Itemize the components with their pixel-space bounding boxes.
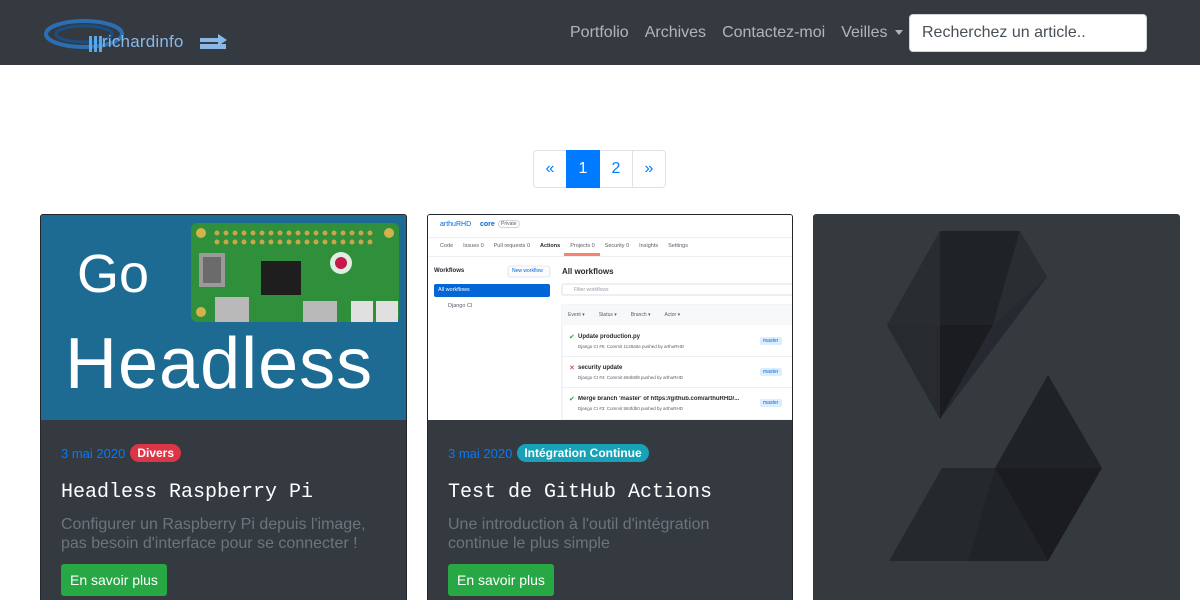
pagination: « 1 2 » [533, 150, 666, 188]
card-date: 3 mai 2020 [61, 445, 126, 461]
pagination-next[interactable]: » [632, 150, 666, 188]
article-card-headless: Go Headless 3 mai 2020 Divers Headless R… [40, 214, 407, 600]
run-filter: Event ▾ [568, 312, 585, 318]
caret-down-icon [895, 30, 904, 35]
run-title: Update production.py [578, 334, 640, 340]
article-card-solidity [813, 214, 1180, 600]
repo-tab: Actions [540, 243, 561, 249]
repo-tab: Projects 0 [570, 243, 595, 249]
nav-dropdown-veilles[interactable]: Veilles [833, 24, 911, 42]
sidebar-title: Workflows [434, 268, 465, 274]
run-filter: Status ▾ [598, 312, 617, 318]
run-branch: master [763, 369, 779, 375]
nav-link-veilles: Veilles [841, 23, 888, 41]
brand-name: richardinfo [102, 32, 184, 51]
category-badge[interactable]: Intégration Continue [517, 444, 649, 462]
card-meta: 3 mai 2020 Divers [61, 443, 388, 463]
repo-tab: Pull requests 0 [493, 243, 531, 249]
solidity-logo-icon [887, 231, 1102, 561]
failure-icon: ✕ [569, 365, 575, 372]
run-branch: master [763, 400, 779, 406]
run-subtitle: Django CI #5: Commit 1128a0e pushed by a… [578, 344, 684, 349]
nav-link-portfolio[interactable]: Portfolio [562, 24, 637, 42]
image-text-headless: Headless [65, 324, 374, 404]
run-filters: Event ▾ Status ▾ Branch ▾ Actor ▾ [568, 312, 680, 318]
repo-tab: Security 0 [604, 243, 630, 249]
raspberry-pi-board [191, 223, 399, 322]
read-more-button[interactable]: En savoir plus [61, 564, 167, 596]
nav-links: Portfolio Archives Contactez-moi Veilles [562, 0, 911, 65]
category-badge[interactable]: Divers [130, 444, 182, 462]
pagination-prev[interactable]: « [533, 150, 567, 188]
card-title[interactable]: Headless Raspberry Pi [61, 481, 388, 504]
run-title: Merge branch 'master' of https://github.… [578, 396, 740, 402]
success-icon: ✔ [569, 396, 575, 403]
pagination-page-2[interactable]: 2 [599, 150, 633, 188]
repo-tab: Code [440, 243, 454, 249]
card-date: 3 mai 2020 [448, 445, 513, 461]
repo-tab: Issues 0 [463, 243, 484, 249]
run-subtitle: Django CI #4: Commit 694b6f8 pushed by a… [578, 375, 684, 380]
new-workflow-button: New workflow [512, 268, 543, 274]
pagination-page-1[interactable]: 1 [566, 150, 600, 188]
repo-owner: arthuRHD [440, 221, 472, 228]
read-more-button[interactable]: En savoir plus [448, 564, 554, 596]
card-body: 3 mai 2020 Intégration Continue Test de … [448, 443, 774, 596]
nav-link-contact[interactable]: Contactez-moi [714, 24, 833, 42]
navbar: richardinfo Portfolio Archives Contactez… [0, 0, 1200, 65]
repo-name: core [480, 221, 495, 228]
repo-visibility: Private [498, 220, 520, 228]
card-image-github-actions[interactable]: arthuRHD core Private Code Issues 0 Pull… [428, 215, 792, 420]
run-filter: Branch ▾ [630, 312, 651, 318]
success-icon: ✔ [569, 334, 575, 341]
brand-logo[interactable]: richardinfo [44, 12, 234, 54]
card-meta: 3 mai 2020 Intégration Continue [448, 443, 774, 463]
run-subtitle: Django CI #3: Commit 584fdb0 pushed by a… [578, 406, 684, 411]
card-body: 3 mai 2020 Divers Headless Raspberry Pi … [61, 443, 388, 596]
repo-tabs: Code Issues 0 Pull requests 0 Actions Pr… [440, 243, 688, 249]
run-title: security update [578, 365, 623, 371]
card-image-headless[interactable]: Go Headless [41, 215, 406, 420]
card-title[interactable]: Test de GitHub Actions [448, 481, 774, 504]
article-card-github-actions: arthuRHD core Private Code Issues 0 Pull… [427, 214, 793, 600]
nav-link-archives[interactable]: Archives [637, 24, 714, 42]
main-title: All workflows [562, 267, 614, 276]
repo-tab: Insights [639, 243, 659, 249]
workflow-item: Django CI [448, 303, 473, 309]
run-filter: Actor ▾ [664, 312, 681, 318]
repo-tab: Settings [668, 243, 688, 249]
image-text-go: Go [77, 244, 150, 304]
run-branch: master [763, 338, 779, 344]
card-description: Une introduction à l'outil d'intégration… [448, 516, 710, 552]
filter-input: Filter workflows [574, 287, 609, 293]
search-input[interactable] [909, 14, 1147, 52]
card-description: Configurer un Raspberry Pi depuis l'imag… [61, 516, 366, 552]
all-workflows-item: All workflows [438, 287, 470, 293]
